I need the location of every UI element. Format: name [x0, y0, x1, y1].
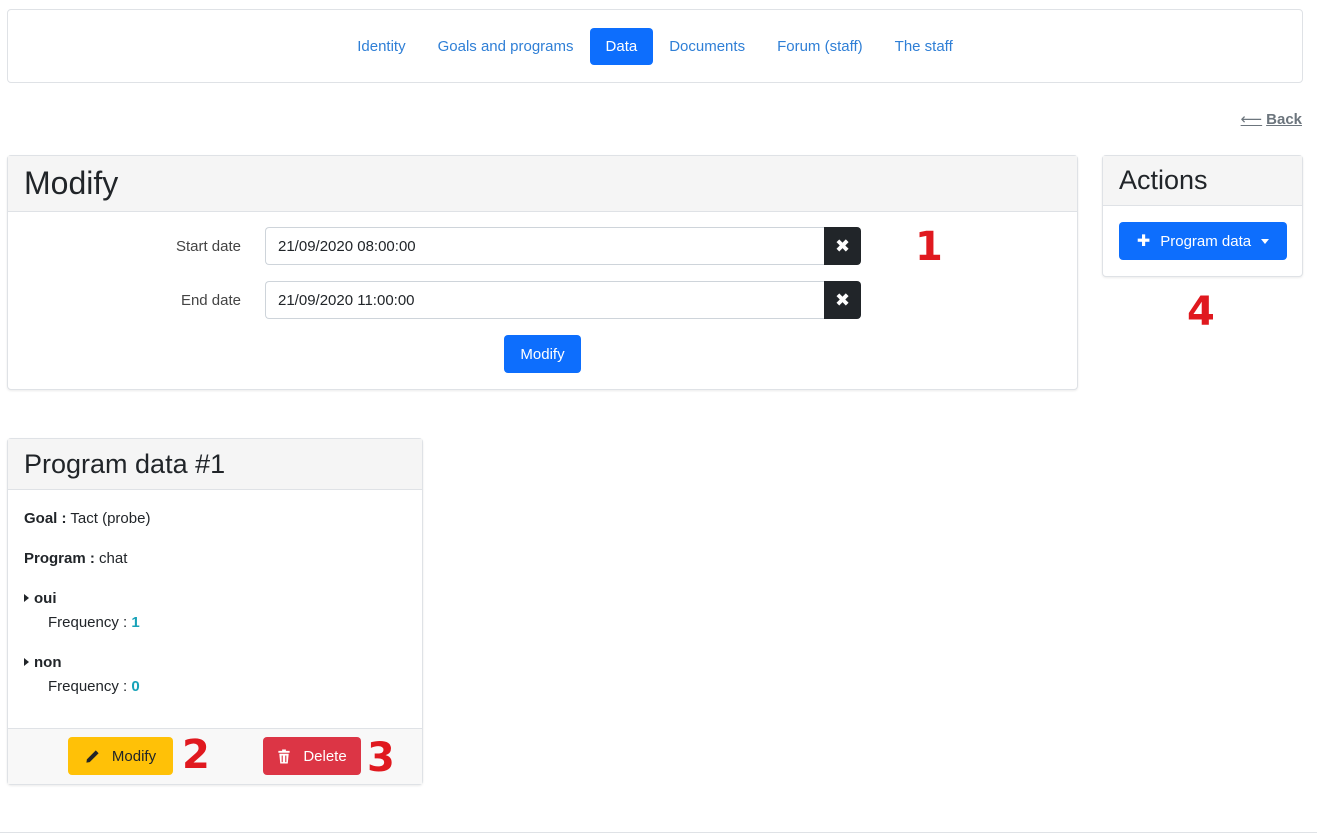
- program-label: Program :: [24, 550, 95, 567]
- annotation-3: 3: [367, 735, 395, 781]
- end-date-input[interactable]: [265, 281, 824, 319]
- start-date-group: ✖: [265, 227, 861, 265]
- annotation-4: 4: [1187, 289, 1215, 335]
- caret-down-icon: [1261, 238, 1270, 244]
- modify-card: Modify Start date ✖ End date ✖ Modify: [7, 155, 1078, 390]
- modify-program-data-button[interactable]: Modify: [68, 737, 173, 775]
- annotation-2: 2: [182, 732, 210, 778]
- frequency-value: 0: [131, 678, 140, 695]
- tab-the-staff[interactable]: The staff: [879, 28, 969, 65]
- close-icon: ✖: [834, 235, 851, 256]
- actions-card-title: Actions: [1119, 165, 1208, 195]
- arrow-left-icon: ⟵: [1240, 111, 1263, 128]
- pencil-icon: [86, 749, 99, 763]
- end-date-group: ✖: [265, 281, 861, 319]
- goal-line: Goal : Tact (probe): [24, 510, 150, 527]
- clear-end-date-button[interactable]: ✖: [824, 281, 861, 319]
- end-date-row: End date ✖: [65, 281, 861, 319]
- program-line: Program : chat: [24, 550, 127, 567]
- caret-right-icon: [24, 658, 29, 666]
- goal-label: Goal :: [24, 510, 67, 527]
- frequency-label: Frequency :: [48, 614, 128, 631]
- modify-card-header: Modify: [8, 156, 1077, 212]
- caret-right-icon: [24, 594, 29, 602]
- back-label: Back: [1266, 110, 1302, 128]
- answer-name: oui: [34, 590, 57, 607]
- goal-value: Tact (probe): [70, 510, 151, 527]
- program-card-header: Program data #1: [8, 439, 422, 490]
- start-date-row: Start date ✖: [65, 227, 861, 265]
- frequency-label: Frequency :: [48, 678, 128, 695]
- actions-card-header: Actions: [1103, 156, 1302, 206]
- footer-divider: [0, 832, 1317, 833]
- start-date-label: Start date: [175, 237, 241, 255]
- top-nav: Identity Goals and programs Data Documen…: [7, 9, 1303, 83]
- program-data-button-label: Program data: [1160, 232, 1252, 250]
- program-card-footer: Modify Delete: [8, 728, 422, 784]
- plus-icon: ✚: [1136, 233, 1151, 250]
- frequency-value: 1: [131, 614, 140, 631]
- clear-start-date-button[interactable]: ✖: [824, 227, 861, 265]
- tab-forum-staff[interactable]: Forum (staff): [761, 28, 879, 65]
- end-date-label: End date: [180, 291, 241, 309]
- modify-submit-button[interactable]: Modify: [504, 335, 581, 373]
- modify-program-data-label: Modify: [111, 747, 157, 765]
- back-link[interactable]: ⟵ Back: [1240, 110, 1302, 129]
- answer-non[interactable]: non: [24, 654, 62, 671]
- frequency-line: Frequency : 1: [48, 614, 140, 631]
- modify-card-title: Modify: [24, 165, 119, 201]
- tab-identity[interactable]: Identity: [341, 28, 421, 65]
- answer-oui[interactable]: oui: [24, 590, 57, 607]
- nav-tabs: Identity Goals and programs Data Documen…: [341, 27, 969, 65]
- program-data-dropdown-button[interactable]: ✚ Program data: [1119, 222, 1287, 260]
- annotation-1: 1: [915, 224, 943, 270]
- close-icon: ✖: [834, 289, 851, 310]
- program-value: chat: [99, 550, 128, 567]
- delete-program-data-button[interactable]: Delete: [263, 737, 361, 775]
- trash-icon: [278, 748, 290, 764]
- tab-documents[interactable]: Documents: [653, 28, 761, 65]
- tab-data[interactable]: Data: [589, 27, 654, 65]
- tab-goals-and-programs[interactable]: Goals and programs: [422, 28, 590, 65]
- delete-program-data-label: Delete: [303, 747, 347, 765]
- answer-name: non: [34, 654, 62, 671]
- start-date-input[interactable]: [265, 227, 824, 265]
- program-card-title: Program data #1: [24, 448, 226, 479]
- program-data-card: Program data #1 Goal : Tact (probe) Prog…: [7, 438, 423, 785]
- frequency-line: Frequency : 0: [48, 678, 140, 695]
- actions-card: Actions ✚ Program data: [1102, 155, 1303, 277]
